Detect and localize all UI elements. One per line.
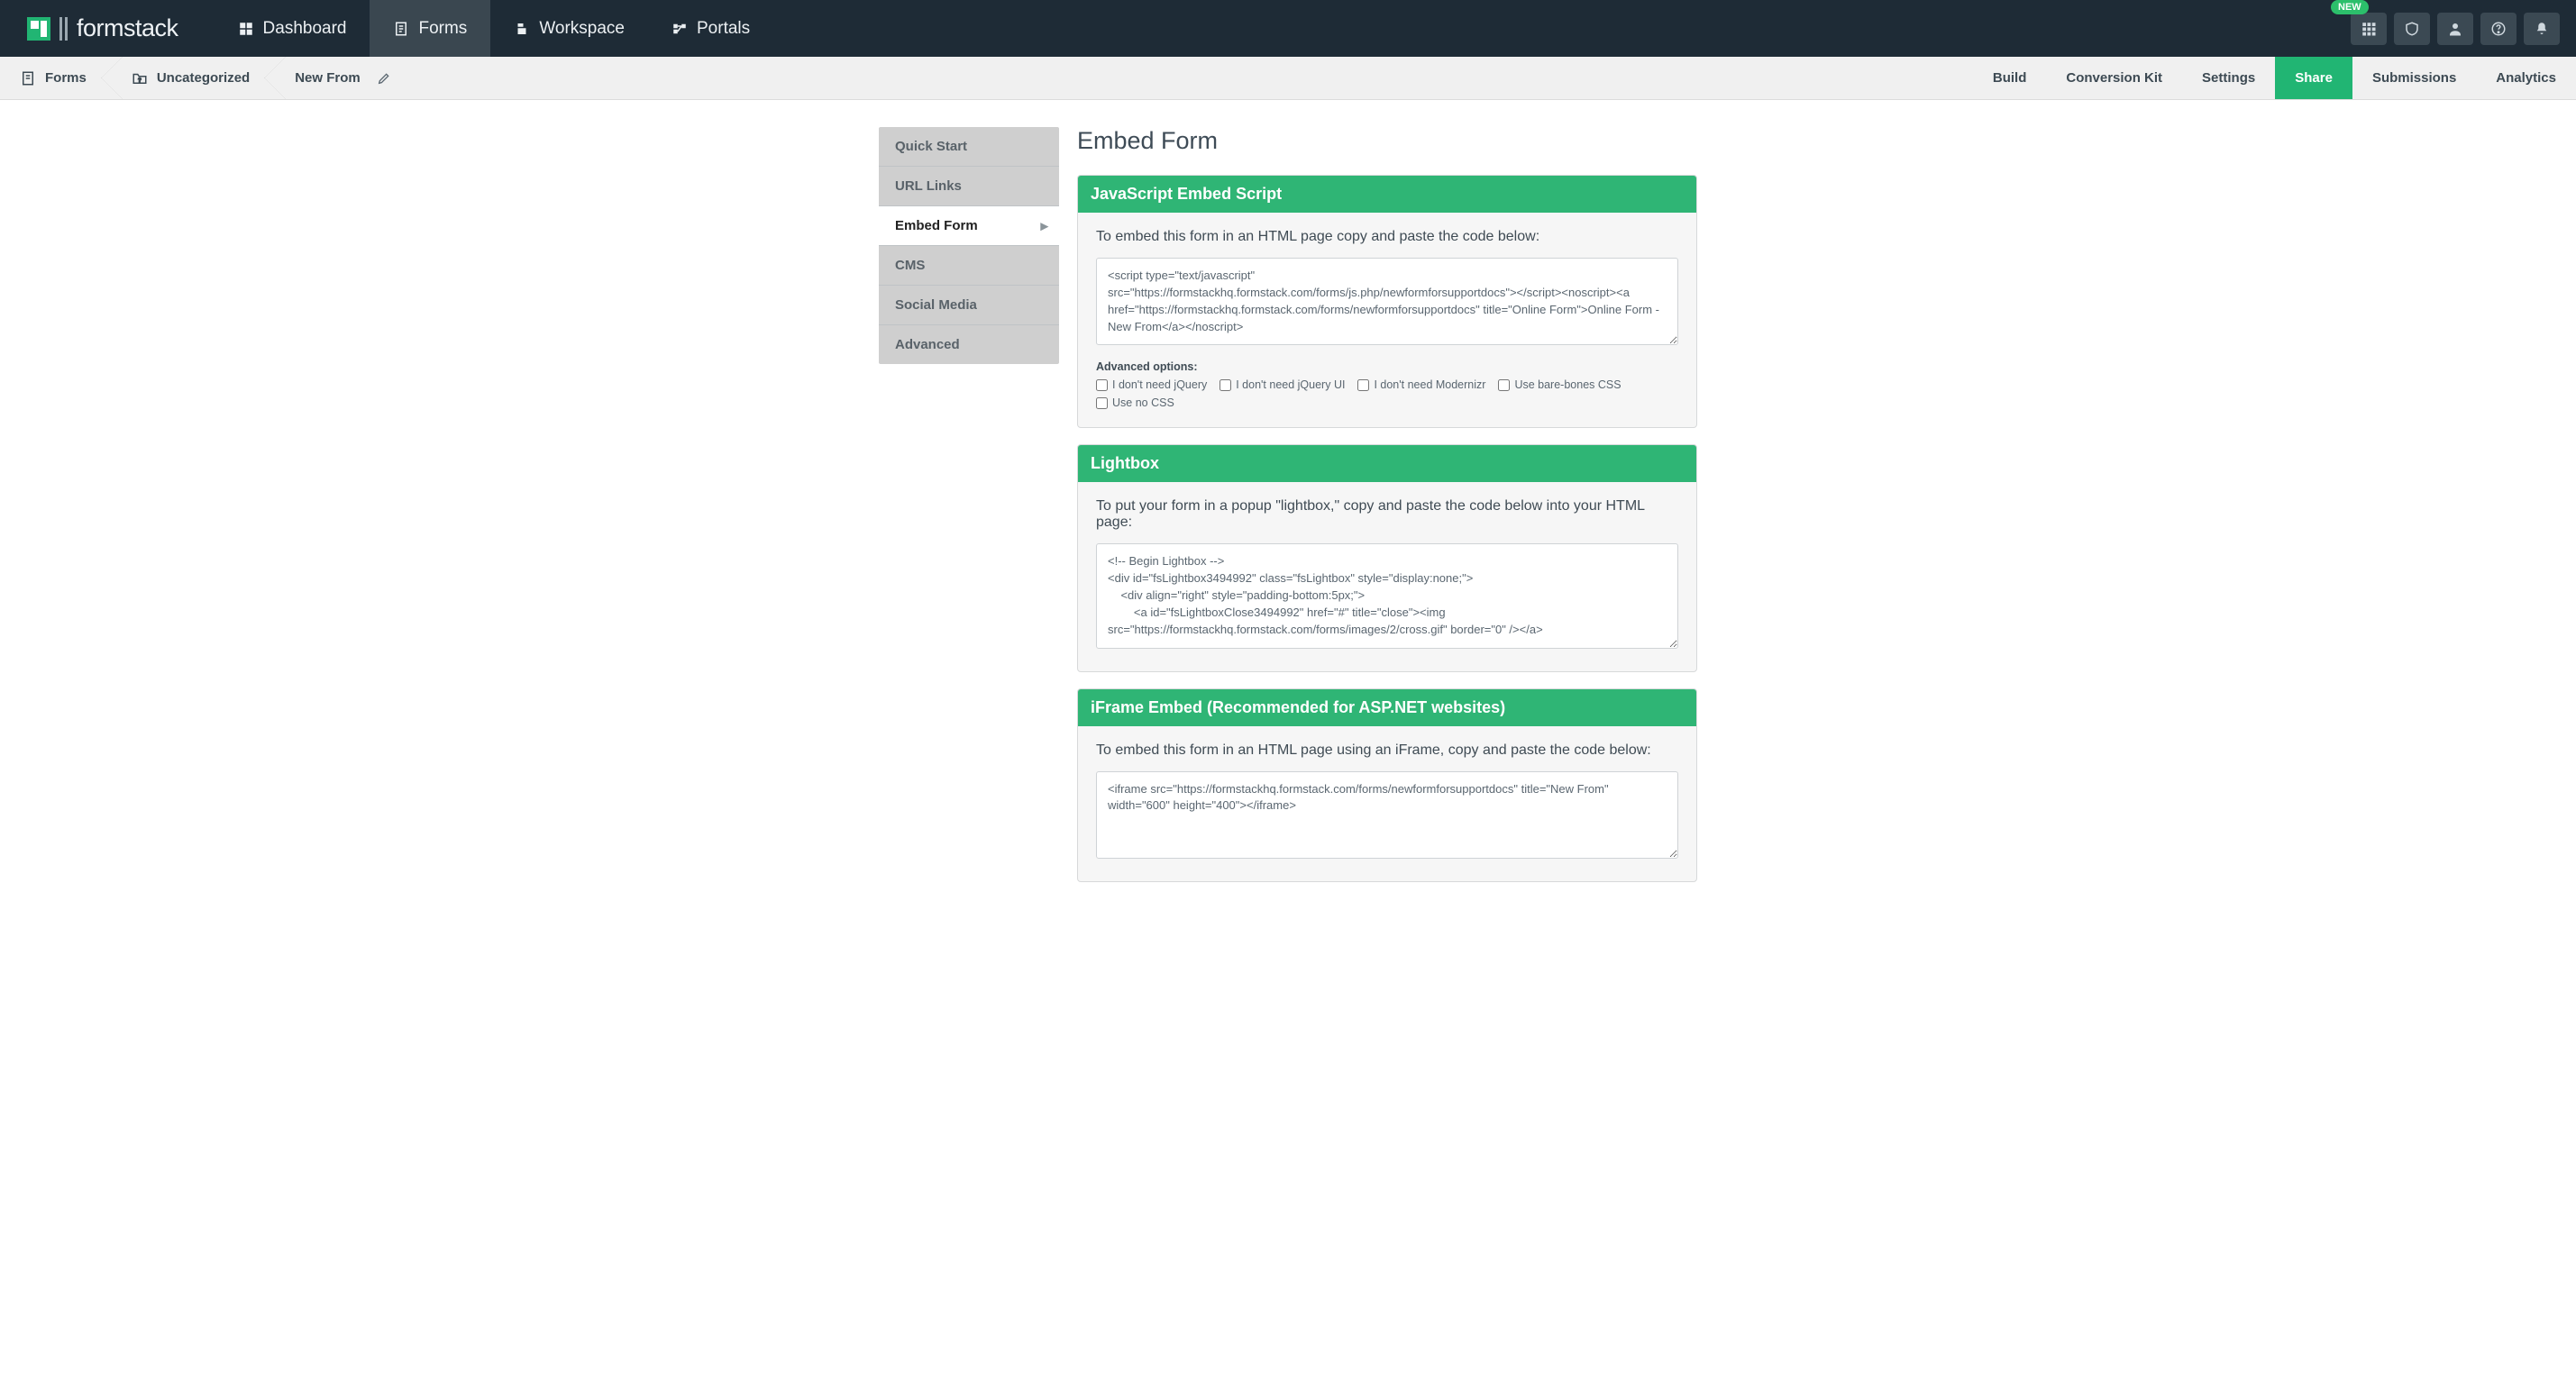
folder-icon: ?: [132, 70, 148, 87]
sidebar-item-advanced[interactable]: Advanced: [879, 324, 1059, 364]
checkbox[interactable]: [1096, 397, 1108, 409]
opt-no-modernizr[interactable]: I don't need Modernizr: [1357, 378, 1485, 391]
nav-label: Workspace: [539, 19, 625, 39]
panel-iframe: iFrame Embed (Recommended for ASP.NET we…: [1077, 688, 1697, 882]
logo-bars-icon: [59, 17, 68, 41]
crumb-folder[interactable]: ? Uncategorized: [112, 57, 275, 99]
brand-name: formstack: [77, 14, 178, 42]
form-icon: [20, 70, 36, 87]
top-bar: formstack Dashboard Forms Workspace Port…: [0, 0, 2576, 57]
crumb-forms[interactable]: Forms: [0, 57, 112, 99]
crumb-current[interactable]: New From: [275, 57, 416, 99]
panel-lightbox: Lightbox To put your form in a popup "li…: [1077, 444, 1697, 671]
crumb-label: New From: [295, 70, 361, 86]
apps-button[interactable]: [2351, 13, 2387, 45]
checkbox[interactable]: [1219, 379, 1231, 391]
nav-label: Portals: [697, 19, 750, 39]
opt-no-jquery-ui[interactable]: I don't need jQuery UI: [1219, 378, 1345, 391]
svg-text:?: ?: [138, 77, 142, 83]
form-icon: [393, 21, 409, 37]
tab-build[interactable]: Build: [1973, 57, 2047, 99]
tab-settings[interactable]: Settings: [2182, 57, 2275, 99]
sidebar-item-cms[interactable]: CMS: [879, 245, 1059, 285]
help-button[interactable]: [2480, 13, 2517, 45]
js-embed-code[interactable]: [1096, 258, 1678, 345]
tab-submissions[interactable]: Submissions: [2352, 57, 2476, 99]
shield-icon: [2404, 21, 2420, 37]
panel-lead: To embed this form in an HTML page using…: [1096, 742, 1678, 759]
share-sidebar: Quick Start URL Links Embed Form CMS Soc…: [879, 127, 1059, 898]
content: Embed Form JavaScript Embed Script To em…: [1077, 127, 1697, 898]
main-wrap: Quick Start URL Links Embed Form CMS Soc…: [0, 100, 2576, 934]
nav-dashboard[interactable]: Dashboard: [215, 0, 370, 57]
user-icon: [2447, 21, 2463, 37]
panel-title: iFrame Embed (Recommended for ASP.NET we…: [1078, 689, 1696, 726]
checkbox[interactable]: [1498, 379, 1510, 391]
crumb-label: Forms: [45, 70, 87, 86]
bell-icon: [2534, 21, 2550, 37]
opt-no-jquery[interactable]: I don't need jQuery: [1096, 378, 1207, 391]
second-bar: Forms ? Uncategorized New From Build Con…: [0, 57, 2576, 100]
breadcrumb: Forms ? Uncategorized New From: [0, 57, 416, 99]
workspace-icon: [514, 21, 530, 37]
shield-button[interactable]: [2394, 13, 2430, 45]
page-title: Embed Form: [1077, 127, 1697, 155]
nav-workspace[interactable]: Workspace: [490, 0, 648, 57]
panel-js-embed: JavaScript Embed Script To embed this fo…: [1077, 175, 1697, 428]
opt-no-css[interactable]: Use no CSS: [1096, 396, 1174, 409]
form-tabs: Build Conversion Kit Settings Share Subm…: [1973, 57, 2576, 99]
pencil-icon[interactable]: [377, 71, 391, 86]
tab-share[interactable]: Share: [2275, 57, 2352, 99]
sidebar-item-social-media[interactable]: Social Media: [879, 285, 1059, 324]
checkbox[interactable]: [1357, 379, 1369, 391]
panel-title: JavaScript Embed Script: [1078, 176, 1696, 213]
checkbox[interactable]: [1096, 379, 1108, 391]
sidebar-item-url-links[interactable]: URL Links: [879, 166, 1059, 205]
help-icon: [2490, 21, 2507, 37]
sidebar-item-quick-start[interactable]: Quick Start: [879, 127, 1059, 166]
crumb-label: Uncategorized: [157, 70, 250, 86]
advanced-options: I don't need jQuery I don't need jQuery …: [1096, 378, 1678, 409]
lightbox-embed-code[interactable]: [1096, 543, 1678, 648]
nav-label: Dashboard: [263, 19, 347, 39]
tab-analytics[interactable]: Analytics: [2476, 57, 2576, 99]
panel-lead: To put your form in a popup "lightbox," …: [1096, 498, 1678, 531]
sidebar-item-embed-form[interactable]: Embed Form: [879, 205, 1059, 245]
tab-conversion-kit[interactable]: Conversion Kit: [2046, 57, 2182, 99]
iframe-embed-code[interactable]: [1096, 771, 1678, 859]
notifications-button[interactable]: [2524, 13, 2560, 45]
panel-lead: To embed this form in an HTML page copy …: [1096, 229, 1678, 245]
topbar-right: NEW: [2351, 13, 2560, 45]
logo[interactable]: formstack: [27, 14, 178, 42]
panel-title: Lightbox: [1078, 445, 1696, 482]
nav-forms[interactable]: Forms: [370, 0, 490, 57]
nav-label: Forms: [418, 19, 467, 39]
logo-mark-icon: [27, 17, 50, 41]
user-button[interactable]: [2437, 13, 2473, 45]
nav-portals[interactable]: Portals: [648, 0, 773, 57]
portals-icon: [671, 21, 688, 37]
new-badge: NEW: [2331, 0, 2369, 14]
advanced-options-label: Advanced options:: [1096, 360, 1678, 373]
dashboard-icon: [238, 21, 254, 37]
grid-icon: [2361, 21, 2377, 37]
opt-barebones-css[interactable]: Use bare-bones CSS: [1498, 378, 1621, 391]
main-nav: Dashboard Forms Workspace Portals: [215, 0, 774, 57]
